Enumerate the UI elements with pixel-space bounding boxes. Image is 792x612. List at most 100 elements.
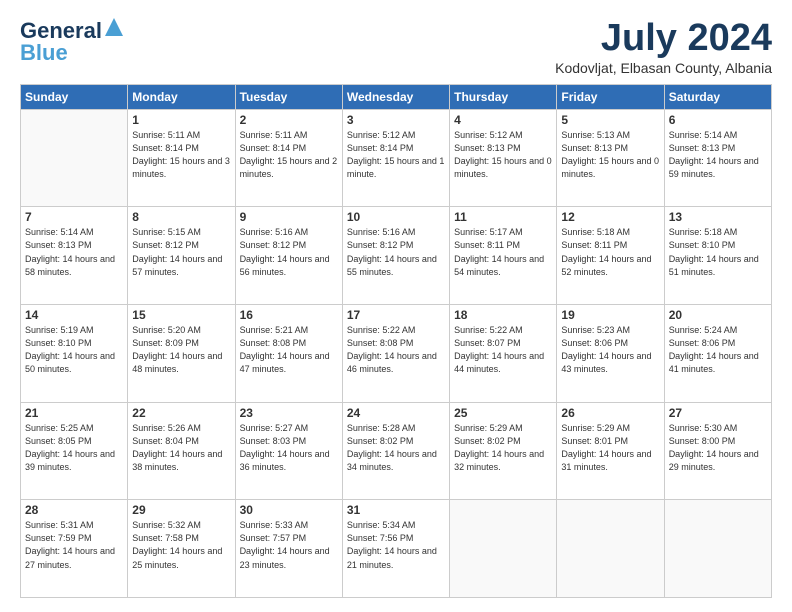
cell-info: Sunrise: 5:14 AMSunset: 8:13 PMDaylight:…: [669, 129, 767, 181]
cell-info: Sunrise: 5:31 AMSunset: 7:59 PMDaylight:…: [25, 519, 123, 571]
cell-info: Sunrise: 5:15 AMSunset: 8:12 PMDaylight:…: [132, 226, 230, 278]
day-number: 6: [669, 113, 767, 127]
table-row: 30 Sunrise: 5:33 AMSunset: 7:57 PMDayligh…: [235, 500, 342, 598]
day-number: 12: [561, 210, 659, 224]
table-row: 23 Sunrise: 5:27 AMSunset: 8:03 PMDayligh…: [235, 402, 342, 500]
table-row: 20 Sunrise: 5:24 AMSunset: 8:06 PMDayligh…: [664, 305, 771, 403]
cell-info: Sunrise: 5:24 AMSunset: 8:06 PMDaylight:…: [669, 324, 767, 376]
table-row: 5Sunrise: 5:13 AMSunset: 8:13 PMDaylight…: [557, 109, 664, 207]
day-number: 25: [454, 406, 552, 420]
table-row: 22 Sunrise: 5:26 AMSunset: 8:04 PMDayligh…: [128, 402, 235, 500]
cell-info: Sunrise: 5:16 AMSunset: 8:12 PMDaylight:…: [240, 226, 338, 278]
col-wednesday: Wednesday: [342, 84, 449, 109]
week-row-0: 1 Sunrise: 5:11 AMSunset: 8:14 PMDaylight…: [21, 109, 772, 207]
day-number: 1: [132, 113, 230, 127]
table-row: 7 Sunrise: 5:14 AMSunset: 8:13 PMDaylight…: [21, 207, 128, 305]
table-row: 21Sunrise: 5:25 AMSunset: 8:05 PMDayligh…: [21, 402, 128, 500]
table-row: 8 Sunrise: 5:15 AMSunset: 8:12 PMDaylight…: [128, 207, 235, 305]
cell-info: Sunrise: 5:20 AMSunset: 8:09 PMDaylight:…: [132, 324, 230, 376]
col-sunday: Sunday: [21, 84, 128, 109]
cell-info: Sunrise: 5:16 AMSunset: 8:12 PMDaylight:…: [347, 226, 445, 278]
day-number: 20: [669, 308, 767, 322]
logo-icon: [105, 18, 123, 36]
cell-info: Sunrise: 5:22 AMSunset: 8:08 PMDaylight:…: [347, 324, 445, 376]
table-row: 3 Sunrise: 5:12 AMSunset: 8:14 PMDaylight…: [342, 109, 449, 207]
week-row-2: 14 Sunrise: 5:19 AMSunset: 8:10 PMDayligh…: [21, 305, 772, 403]
cell-info: Sunrise: 5:23 AMSunset: 8:06 PMDaylight:…: [561, 324, 659, 376]
day-number: 9: [240, 210, 338, 224]
table-row: 1 Sunrise: 5:11 AMSunset: 8:14 PMDaylight…: [128, 109, 235, 207]
cell-info: Sunrise: 5:30 AMSunset: 8:00 PMDaylight:…: [669, 422, 767, 474]
table-row: 18Sunrise: 5:22 AMSunset: 8:07 PMDayligh…: [450, 305, 557, 403]
col-thursday: Thursday: [450, 84, 557, 109]
month-title: July 2024: [555, 18, 772, 60]
day-number: 17: [347, 308, 445, 322]
day-number: 28: [25, 503, 123, 517]
day-number: 19: [561, 308, 659, 322]
table-row: 29Sunrise: 5:32 AMSunset: 7:58 PMDayligh…: [128, 500, 235, 598]
day-number: 13: [669, 210, 767, 224]
table-row: 24Sunrise: 5:28 AMSunset: 8:02 PMDayligh…: [342, 402, 449, 500]
week-row-1: 7 Sunrise: 5:14 AMSunset: 8:13 PMDaylight…: [21, 207, 772, 305]
cell-info: Sunrise: 5:12 AMSunset: 8:13 PMDaylight:…: [454, 129, 552, 181]
day-number: 14: [25, 308, 123, 322]
day-number: 8: [132, 210, 230, 224]
table-row: [21, 109, 128, 207]
cell-info: Sunrise: 5:12 AMSunset: 8:14 PMDaylight:…: [347, 129, 445, 181]
table-row: [664, 500, 771, 598]
col-friday: Friday: [557, 84, 664, 109]
cell-info: Sunrise: 5:18 AMSunset: 8:10 PMDaylight:…: [669, 226, 767, 278]
cell-info: Sunrise: 5:17 AMSunset: 8:11 PMDaylight:…: [454, 226, 552, 278]
day-number: 3: [347, 113, 445, 127]
subtitle: Kodovljat, Elbasan County, Albania: [555, 60, 772, 76]
day-number: 4: [454, 113, 552, 127]
table-row: 19 Sunrise: 5:23 AMSunset: 8:06 PMDayligh…: [557, 305, 664, 403]
table-row: 14 Sunrise: 5:19 AMSunset: 8:10 PMDayligh…: [21, 305, 128, 403]
day-number: 21: [25, 406, 123, 420]
cell-info: Sunrise: 5:19 AMSunset: 8:10 PMDaylight:…: [25, 324, 123, 376]
day-number: 26: [561, 406, 659, 420]
table-row: 26 Sunrise: 5:29 AMSunset: 8:01 PMDayligh…: [557, 402, 664, 500]
table-row: 15 Sunrise: 5:20 AMSunset: 8:09 PMDayligh…: [128, 305, 235, 403]
table-row: 2 Sunrise: 5:11 AMSunset: 8:14 PMDaylight…: [235, 109, 342, 207]
table-row: 28 Sunrise: 5:31 AMSunset: 7:59 PMDayligh…: [21, 500, 128, 598]
table-row: 25Sunrise: 5:29 AMSunset: 8:02 PMDayligh…: [450, 402, 557, 500]
day-number: 2: [240, 113, 338, 127]
cell-info: Sunrise: 5:26 AMSunset: 8:04 PMDaylight:…: [132, 422, 230, 474]
cell-info: Sunrise: 5:28 AMSunset: 8:02 PMDaylight:…: [347, 422, 445, 474]
table-row: [557, 500, 664, 598]
cell-info: Sunrise: 5:33 AMSunset: 7:57 PMDaylight:…: [240, 519, 338, 571]
day-number: 31: [347, 503, 445, 517]
table-row: 6 Sunrise: 5:14 AMSunset: 8:13 PMDaylight…: [664, 109, 771, 207]
table-row: 17 Sunrise: 5:22 AMSunset: 8:08 PMDayligh…: [342, 305, 449, 403]
day-number: 16: [240, 308, 338, 322]
day-number: 7: [25, 210, 123, 224]
table-row: 12 Sunrise: 5:18 AMSunset: 8:11 PMDayligh…: [557, 207, 664, 305]
table-row: 9 Sunrise: 5:16 AMSunset: 8:12 PMDaylight…: [235, 207, 342, 305]
day-number: 30: [240, 503, 338, 517]
table-row: 11Sunrise: 5:17 AMSunset: 8:11 PMDayligh…: [450, 207, 557, 305]
day-number: 23: [240, 406, 338, 420]
cell-info: Sunrise: 5:34 AMSunset: 7:56 PMDaylight:…: [347, 519, 445, 571]
table-row: 10 Sunrise: 5:16 AMSunset: 8:12 PMDayligh…: [342, 207, 449, 305]
day-number: 10: [347, 210, 445, 224]
col-monday: Monday: [128, 84, 235, 109]
cell-info: Sunrise: 5:11 AMSunset: 8:14 PMDaylight:…: [132, 129, 230, 181]
cell-info: Sunrise: 5:11 AMSunset: 8:14 PMDaylight:…: [240, 129, 338, 181]
cell-info: Sunrise: 5:27 AMSunset: 8:03 PMDaylight:…: [240, 422, 338, 474]
page: General Blue July 2024 Kodovljat, Elbasa…: [0, 0, 792, 612]
title-area: July 2024 Kodovljat, Elbasan County, Alb…: [555, 18, 772, 76]
table-row: 31 Sunrise: 5:34 AMSunset: 7:56 PMDayligh…: [342, 500, 449, 598]
table-row: 27 Sunrise: 5:30 AMSunset: 8:00 PMDayligh…: [664, 402, 771, 500]
cell-info: Sunrise: 5:29 AMSunset: 8:01 PMDaylight:…: [561, 422, 659, 474]
day-number: 5: [561, 113, 659, 127]
day-number: 29: [132, 503, 230, 517]
table-row: 16Sunrise: 5:21 AMSunset: 8:08 PMDayligh…: [235, 305, 342, 403]
cell-info: Sunrise: 5:18 AMSunset: 8:11 PMDaylight:…: [561, 226, 659, 278]
day-number: 15: [132, 308, 230, 322]
day-number: 27: [669, 406, 767, 420]
col-tuesday: Tuesday: [235, 84, 342, 109]
cell-info: Sunrise: 5:14 AMSunset: 8:13 PMDaylight:…: [25, 226, 123, 278]
day-number: 22: [132, 406, 230, 420]
table-row: 13 Sunrise: 5:18 AMSunset: 8:10 PMDayligh…: [664, 207, 771, 305]
